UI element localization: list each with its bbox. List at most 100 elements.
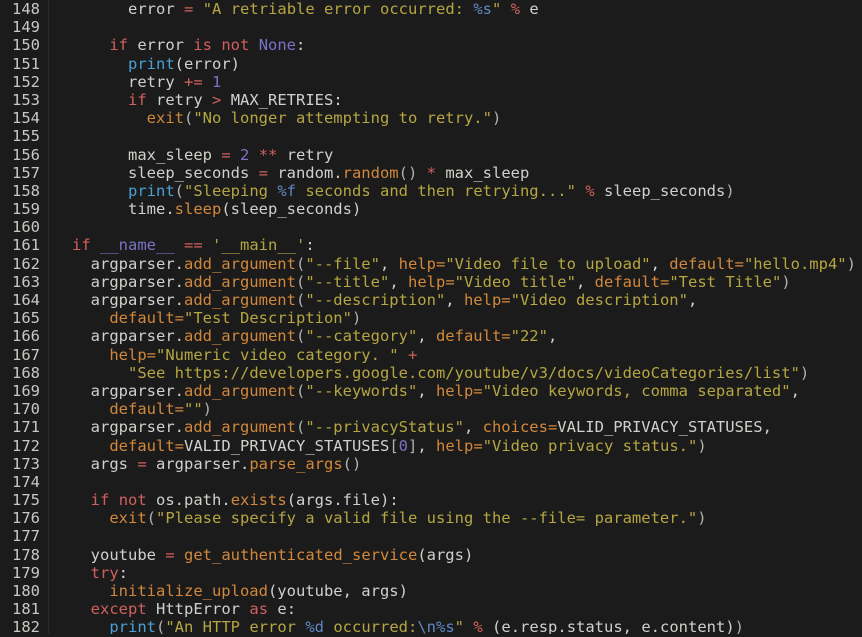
code-line[interactable] [72,527,862,545]
token-kwarg: help [109,345,147,364]
code-content-area[interactable]: error = "A retriable error occurred: %s"… [49,0,862,634]
line-number: 162 [12,254,40,273]
code-line[interactable]: max_sleep = 2 ** retry [72,146,862,164]
code-line[interactable] [72,127,862,145]
token-fn: exit [109,509,147,528]
token-plain: argparser. [72,327,184,346]
token-fn: add_argument [183,291,296,309]
code-line[interactable]: argparser.add_argument("--keywords", hel… [72,382,862,400]
token-kw: not [221,36,250,55]
code-line[interactable]: if not os.path.exists(args.file): [72,491,862,509]
line-number: 163 [12,272,40,291]
token-kwarg: default [109,400,175,419]
code-line[interactable]: print(error) [72,55,862,73]
code-line[interactable]: default="") [72,400,862,418]
token-plain: youtube [72,545,166,564]
token-plain: time. [72,200,175,219]
token-str: seconds and then retrying..." [296,181,576,200]
token-plain: , [762,418,772,437]
code-line[interactable]: time.sleep(sleep_seconds) [72,200,862,218]
code-line[interactable]: exit("No longer attempting to retry.") [72,109,862,127]
code-line[interactable]: youtube = get_authenticated_service(args… [72,546,862,564]
code-line[interactable]: print("An HTTP error %d occurred:\n%s" %… [72,618,862,634]
token-fn: add_argument [183,254,296,273]
token-punct: ( [295,327,306,346]
code-line[interactable] [72,18,862,36]
code-line[interactable]: default="Test Description") [72,309,862,327]
code-line[interactable]: try: [72,564,862,582]
code-line[interactable]: args = argparser.parse_args() [72,455,862,473]
code-line[interactable]: sleep_seconds = random.random() * max_sl… [72,164,862,182]
code-line[interactable]: argparser.add_argument("--category", def… [72,327,862,345]
token-punct: ( [156,618,166,634]
token-kwarg: = [734,254,744,273]
token-plain: retry [72,72,184,91]
code-line[interactable]: error = "A retriable error occurred: %s"… [72,0,862,18]
line-number: 180 [12,582,40,600]
code-line[interactable]: argparser.add_argument("--title", help="… [72,273,862,291]
token-punct: ) [202,400,213,419]
line-number: 179 [12,563,40,582]
token-kwarg: = [435,254,446,273]
code-line[interactable]: argparser.add_argument("--description", … [72,291,862,309]
token-const: HttpError [156,600,241,619]
code-line[interactable] [72,218,862,236]
code-line[interactable]: if error is not None: [72,36,862,54]
token-kwarg: = [445,272,455,291]
token-fn: add_argument [183,327,296,346]
code-line[interactable]: exit("Please specify a valid file using … [72,509,862,527]
line-number: 174 [12,472,40,491]
token-kwarg: = [547,418,558,437]
token-opred: = [165,545,175,564]
code-line[interactable]: print("Sleeping %f seconds and then retr… [72,182,862,200]
token-str: "--file" [305,254,380,273]
code-line[interactable]: argparser.add_argument("--privacyStatus"… [72,418,862,436]
token-str: "Video keywords, comma separated" [482,381,791,400]
code-line[interactable]: retry += 1 [72,73,862,91]
token-plain: random. [267,163,343,182]
code-line[interactable] [72,473,862,491]
code-line[interactable]: except HttpError as e: [72,600,862,618]
code-editor[interactable]: 148 149 150 151 152 153 154 155 156 157 158 159 160 1… [0,0,862,637]
token-punct: ( [295,254,306,273]
code-line[interactable]: if retry > MAX_RETRIES: [72,91,862,109]
code-line[interactable]: initialize_upload(youtube, args) [72,582,862,600]
line-number: 150 [12,36,40,55]
token-plain: argparser. [72,381,184,400]
code-line[interactable]: default=VALID_PRIVACY_STATUSES[0], help=… [72,437,862,455]
line-number: 165 [12,309,40,328]
code-line[interactable]: help="Numeric video category. " + [72,346,862,364]
token-plain: : [296,36,306,55]
line-number: 178 [12,545,40,564]
line-number: 176 [12,509,40,528]
token-const: VALID_PRIVACY_STATUSES [557,418,763,437]
token-kwarg: default [594,272,660,291]
token-plain: (youtube, args) [267,582,408,600]
code-line[interactable]: if __name__ == '__main__': [72,236,862,254]
token-fn: add_argument [183,381,296,400]
token-str: "Please specify a valid file using the -… [156,509,698,528]
token-kwarg: help [398,254,436,273]
line-number: 155 [12,127,40,146]
code-line[interactable]: argparser.add_argument("--file", help="V… [72,255,862,273]
token-kwarg: = [659,272,670,291]
line-number: 170 [12,400,40,419]
code-line[interactable]: "See https://developers.google.com/youtu… [72,364,862,382]
token-str: "22" [510,327,548,346]
token-plain: (sleep_seconds) [221,200,362,219]
token-kw: is [193,36,212,55]
